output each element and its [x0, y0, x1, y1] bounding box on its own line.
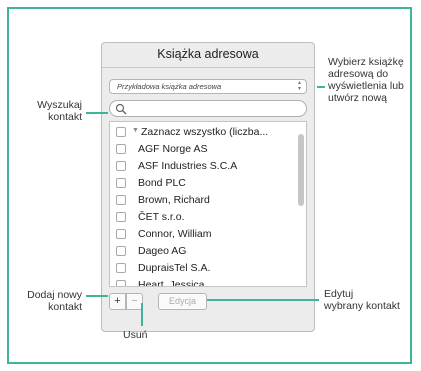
callout-remove: Usuń: [123, 329, 148, 341]
contact-name: Connor, William: [138, 228, 212, 240]
contact-checkbox[interactable]: [116, 144, 126, 154]
callout-text: wybrany kontakt: [324, 300, 400, 312]
contact-name: Heart, Jessica: [138, 279, 205, 287]
callout-text: kontakt: [48, 301, 82, 313]
list-item[interactable]: Heart, Jessica: [110, 277, 296, 287]
callout-text: Dodaj nowy: [27, 289, 82, 301]
select-all-label: Zaznacz wszystko (liczba...: [141, 126, 269, 138]
callout-search: Wyszukaj kontakt: [22, 99, 82, 123]
list-item[interactable]: AGF Norge AS: [110, 141, 296, 158]
select-all-row[interactable]: ▼ Zaznacz wszystko (liczba...: [110, 124, 296, 141]
callout-line-select: [317, 86, 325, 88]
list-item[interactable]: Brown, Richard: [110, 192, 296, 209]
list-item[interactable]: Dageo AG: [110, 243, 296, 260]
disclosure-triangle-icon[interactable]: ▼: [132, 127, 139, 134]
address-book-panel: Książka adresowa Przykładowa książka adr…: [101, 42, 315, 332]
list-item[interactable]: Bond PLC: [110, 175, 296, 192]
callout-select-book: Wybierz książkę adresową do wyświetlenia…: [328, 56, 404, 104]
list-item[interactable]: DupraisTel S.A.: [110, 260, 296, 277]
callout-line-edit: [207, 299, 319, 301]
list-item[interactable]: ASF Industries S.C.A: [110, 158, 296, 175]
callout-text: kontakt: [48, 111, 82, 123]
address-book-select-value: Przykładowa książka adresowa: [117, 82, 222, 91]
callout-add: Dodaj nowy kontakt: [16, 289, 82, 313]
panel-title: Książka adresowa: [157, 47, 259, 61]
contact-checkbox[interactable]: [116, 195, 126, 205]
callout-text: Usuń: [123, 329, 148, 341]
callout-edit: Edytuj wybrany kontakt: [324, 288, 400, 312]
callout-line-remove: [141, 303, 143, 326]
updown-arrows-icon: ▴ ▾: [297, 80, 301, 92]
contact-name: ČET s.r.o.: [138, 211, 185, 223]
contact-checkbox[interactable]: [116, 280, 126, 286]
title-separator: [102, 67, 314, 68]
contact-list[interactable]: ▼ Zaznacz wszystko (liczba... AGF Norge …: [109, 121, 307, 287]
contact-name: Dageo AG: [138, 245, 187, 257]
contact-name: ASF Industries S.C.A: [138, 160, 238, 172]
list-item[interactable]: ČET s.r.o.: [110, 209, 296, 226]
contact-name: DupraisTel S.A.: [138, 262, 211, 274]
contact-checkbox[interactable]: [116, 161, 126, 171]
contact-checkbox[interactable]: [116, 212, 126, 222]
callout-line-add: [86, 295, 108, 297]
contact-checkbox[interactable]: [116, 263, 126, 273]
search-input[interactable]: [109, 100, 307, 117]
contact-name: Bond PLC: [138, 177, 186, 189]
callout-text: Edytuj: [324, 288, 354, 300]
contact-name: AGF Norge AS: [138, 143, 208, 155]
callout-text: Wybierz książkę: [328, 56, 404, 68]
list-toolbar: + − Edycja: [109, 293, 307, 311]
contact-checkbox[interactable]: [116, 178, 126, 188]
callout-text: adresową do: [328, 68, 389, 80]
address-book-select[interactable]: Przykładowa książka adresowa ▴ ▾: [109, 79, 307, 94]
edit-contact-button[interactable]: Edycja: [158, 293, 207, 310]
search-icon: [115, 103, 127, 115]
add-contact-button[interactable]: +: [109, 293, 126, 310]
callout-text: utwórz nową: [328, 92, 387, 104]
contact-checkbox[interactable]: [116, 246, 126, 256]
callout-line-search: [86, 112, 108, 114]
list-scrollbar[interactable]: [298, 134, 304, 206]
list-item[interactable]: Connor, William: [110, 226, 296, 243]
callout-text: wyświetlenia lub: [328, 80, 404, 92]
contact-checkbox[interactable]: [116, 229, 126, 239]
contact-name: Brown, Richard: [138, 194, 210, 206]
select-all-checkbox[interactable]: [116, 127, 126, 137]
callout-text: Wyszukaj: [37, 99, 82, 111]
